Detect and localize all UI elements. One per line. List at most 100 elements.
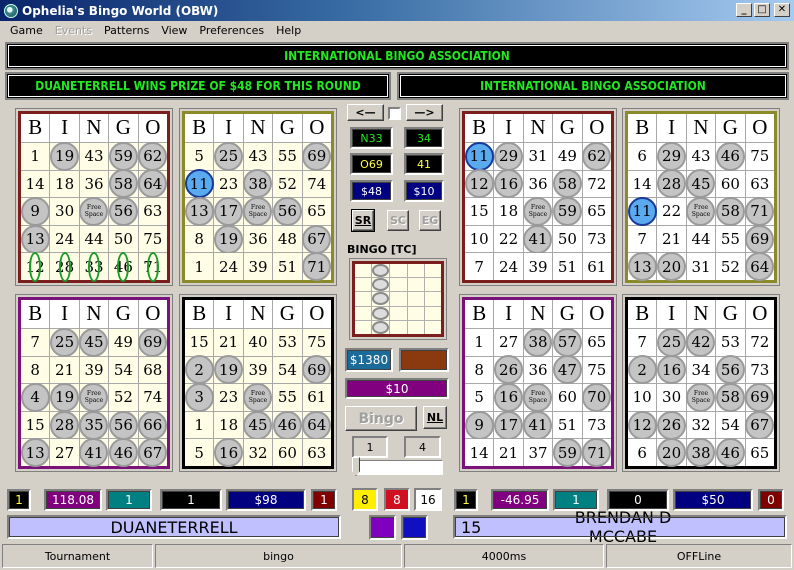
card-cell[interactable]: 17 xyxy=(214,196,244,226)
card-cell[interactable]: 65 xyxy=(582,328,611,356)
card-cell[interactable]: 9 xyxy=(20,196,51,226)
card-cell[interactable]: 73 xyxy=(582,411,611,439)
card-cell[interactable]: 67 xyxy=(302,224,332,254)
card-cell[interactable]: 33 xyxy=(79,251,109,282)
card-cell[interactable]: 73 xyxy=(745,356,774,384)
card-cell[interactable]: 58 xyxy=(552,169,583,198)
card-cell[interactable]: 15 xyxy=(185,328,214,356)
menu-events[interactable]: Events xyxy=(49,24,98,37)
card-cell[interactable]: 18 xyxy=(214,411,243,439)
card-cell[interactable]: 49 xyxy=(109,328,138,356)
card-cell[interactable]: 13 xyxy=(20,438,51,467)
card-cell[interactable]: 74 xyxy=(138,384,167,411)
card-cell[interactable]: 61 xyxy=(302,384,331,411)
card-cell[interactable]: 28 xyxy=(50,410,80,440)
card-cell[interactable]: 54 xyxy=(273,356,302,384)
card-cell[interactable]: 62 xyxy=(582,141,612,171)
card-cell[interactable]: 26 xyxy=(494,355,524,384)
card-cell[interactable]: 36 xyxy=(523,356,553,384)
free-space-cell[interactable]: Free Space xyxy=(686,382,716,412)
card-cell[interactable]: 55 xyxy=(273,142,302,170)
card-cell[interactable]: 38 xyxy=(686,438,716,467)
card-cell[interactable]: 13 xyxy=(184,196,215,226)
card-cell[interactable]: 62 xyxy=(138,141,168,171)
free-space-cell[interactable]: Free Space xyxy=(523,196,553,226)
card-cell[interactable]: 12 xyxy=(21,251,50,282)
card-cell[interactable]: 57 xyxy=(552,327,583,357)
card-cell[interactable]: 28 xyxy=(657,169,687,198)
card-cell[interactable]: 12 xyxy=(627,410,658,440)
menu-patterns[interactable]: Patterns xyxy=(98,24,155,37)
card-cell[interactable]: 39 xyxy=(243,356,273,384)
spin-left-value[interactable]: 1 xyxy=(352,436,388,458)
card-cell[interactable]: 53 xyxy=(273,328,302,356)
card-cell[interactable]: 10 xyxy=(628,384,657,411)
card-cell[interactable]: 71 xyxy=(582,438,612,467)
card-cell[interactable]: 58 xyxy=(108,169,139,198)
card-cell[interactable]: 17 xyxy=(494,410,524,440)
card-cell[interactable]: 39 xyxy=(523,253,553,280)
card-cell[interactable]: 41 xyxy=(79,438,109,467)
card-cell[interactable]: 69 xyxy=(745,224,775,254)
card-cell[interactable]: 46 xyxy=(715,141,746,171)
card-cell[interactable]: 40 xyxy=(243,328,273,356)
card-cell[interactable]: 55 xyxy=(716,225,745,253)
card-cell[interactable]: 39 xyxy=(243,253,273,280)
card-cell[interactable]: 1 xyxy=(185,253,214,280)
card-cell[interactable]: 51 xyxy=(553,253,582,280)
free-space-cell[interactable]: Free Space xyxy=(243,382,273,412)
card-cell[interactable]: 24 xyxy=(214,253,243,280)
card-cell[interactable]: 7 xyxy=(628,225,657,253)
bingo-button[interactable]: Bingo xyxy=(345,406,417,431)
card-cell[interactable]: 43 xyxy=(686,142,716,170)
card-cell[interactable]: 36 xyxy=(523,170,553,198)
card-cell[interactable]: 14 xyxy=(628,170,657,198)
menu-preferences[interactable]: Preferences xyxy=(193,24,270,37)
color-swatch-blue[interactable] xyxy=(401,515,428,540)
card-cell[interactable]: 71 xyxy=(302,252,332,281)
nl-button[interactable]: NL xyxy=(423,406,447,429)
minimize-button[interactable]: _ xyxy=(736,3,752,17)
card-cell[interactable]: 27 xyxy=(494,328,523,356)
card-cell[interactable]: 25 xyxy=(50,327,80,357)
card-cell[interactable]: 29 xyxy=(657,141,687,171)
card-cell[interactable]: 8 xyxy=(21,356,50,384)
card-cell[interactable]: 63 xyxy=(745,170,774,198)
card-cell[interactable]: 70 xyxy=(582,382,612,412)
maximize-button[interactable]: □ xyxy=(754,3,770,17)
card-cell[interactable]: 25 xyxy=(214,141,244,171)
card-cell[interactable]: 58 xyxy=(715,382,746,412)
card-cell[interactable]: 15 xyxy=(465,198,494,225)
card-cell[interactable]: 30 xyxy=(50,198,79,225)
card-cell[interactable]: 44 xyxy=(686,225,716,253)
card-cell[interactable]: 59 xyxy=(108,141,139,171)
card-cell[interactable]: 16 xyxy=(657,355,687,384)
card-cell[interactable]: 72 xyxy=(582,170,611,198)
next-call-button[interactable]: —> xyxy=(406,104,443,121)
card-cell[interactable]: 45 xyxy=(243,410,273,440)
card-cell[interactable]: 69 xyxy=(302,141,332,171)
card-cell[interactable]: 74 xyxy=(302,170,331,198)
eg-button[interactable]: EG xyxy=(419,210,441,231)
card-cell[interactable]: 18 xyxy=(494,198,523,225)
card-cell[interactable]: 64 xyxy=(745,252,775,281)
card-cell[interactable]: 27 xyxy=(50,439,79,466)
card-cell[interactable]: 65 xyxy=(582,198,611,225)
card-cell[interactable]: 1 xyxy=(185,411,214,439)
card-cell[interactable]: 2 xyxy=(184,355,215,384)
card-cell[interactable]: 19 xyxy=(50,382,80,412)
card-cell[interactable]: 36 xyxy=(79,170,109,198)
card-cell[interactable]: 1 xyxy=(465,328,494,356)
free-space-cell[interactable]: Free Space xyxy=(243,196,273,226)
card-cell[interactable]: 30 xyxy=(657,384,686,411)
card-cell[interactable]: 23 xyxy=(214,170,243,198)
card-cell[interactable]: 53 xyxy=(716,328,745,356)
card-cell[interactable]: 8 xyxy=(185,225,214,253)
card-cell[interactable]: 69 xyxy=(745,382,775,412)
auto-checkbox[interactable] xyxy=(388,107,401,120)
card-cell[interactable]: 72 xyxy=(745,328,774,356)
card-cell[interactable]: 75 xyxy=(745,142,774,170)
card-cell[interactable]: 60 xyxy=(716,170,745,198)
card-cell[interactable]: 42 xyxy=(686,327,716,357)
card-cell[interactable]: 12 xyxy=(464,169,495,198)
